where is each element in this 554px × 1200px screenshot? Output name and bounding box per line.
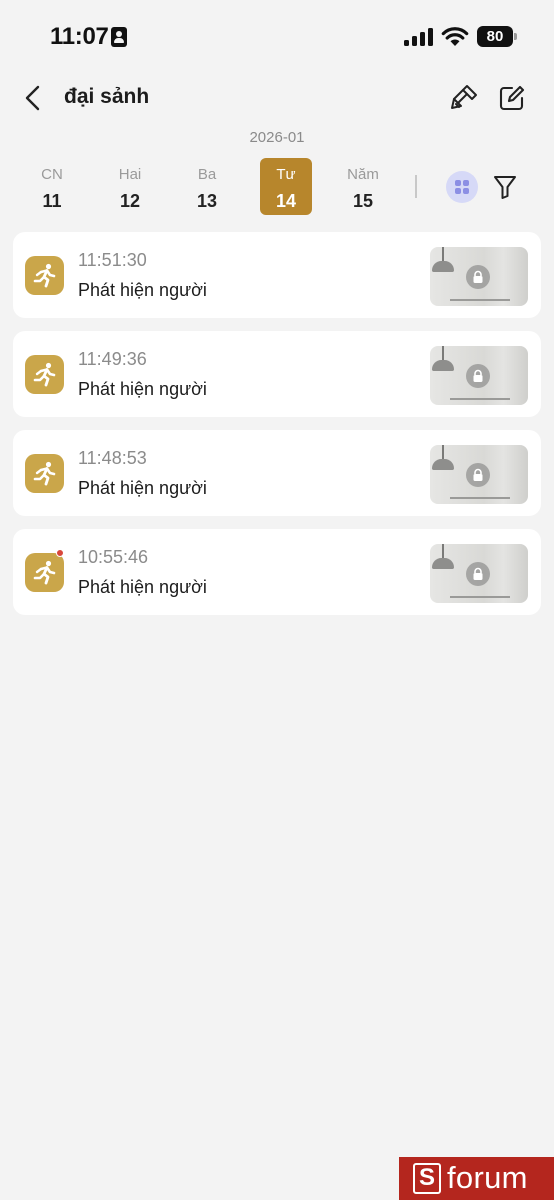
day-wednesday-selected[interactable]: Tư 14	[260, 158, 312, 215]
page-title: đại sảnh	[64, 85, 150, 108]
lock-icon	[466, 562, 490, 586]
day-name: Tư	[276, 166, 296, 183]
day-name: CN	[41, 166, 63, 183]
person-running-icon	[25, 553, 64, 592]
day-name: Năm	[347, 166, 379, 183]
grid-view-button[interactable]	[446, 171, 478, 203]
battery-icon: 80	[477, 26, 519, 47]
day-number: 11	[42, 191, 62, 211]
unread-dot	[56, 549, 64, 557]
event-thumbnail[interactable]	[430, 346, 528, 405]
event-thumbnail[interactable]	[430, 544, 528, 603]
event-title: Phát hiện người	[78, 379, 207, 399]
day-name: Ba	[197, 166, 217, 183]
person-running-icon	[25, 256, 64, 295]
event-time: 11:51:30	[78, 250, 147, 270]
contact-card-icon	[111, 27, 127, 47]
event-title: Phát hiện người	[78, 280, 207, 300]
event-time: 11:48:53	[78, 448, 147, 468]
sforum-watermark: S forum	[399, 1157, 554, 1200]
lock-icon	[466, 265, 490, 289]
day-number: 15	[352, 191, 374, 211]
person-running-icon	[25, 454, 64, 493]
day-number: 13	[196, 191, 218, 211]
day-monday[interactable]: Hai 12	[104, 158, 156, 215]
lock-icon	[466, 364, 490, 388]
event-card[interactable]: 10:55:46 Phát hiện người	[13, 529, 541, 615]
status-time: 11:07	[50, 23, 109, 50]
event-card[interactable]: 11:49:36 Phát hiện người	[13, 331, 541, 417]
day-number: 12	[119, 191, 141, 211]
edit-icon[interactable]	[496, 82, 528, 114]
day-number: 14	[275, 191, 297, 211]
event-time: 10:55:46	[78, 547, 149, 567]
month-label: 2026-01	[249, 129, 305, 146]
day-sunday[interactable]: CN 11	[26, 158, 78, 215]
sforum-logo: S	[413, 1163, 441, 1194]
event-thumbnail[interactable]	[430, 247, 528, 306]
day-tuesday[interactable]: Ba 13	[181, 158, 233, 215]
back-button[interactable]	[18, 82, 50, 114]
filter-icon[interactable]	[492, 173, 518, 201]
event-card[interactable]: 11:51:30 Phát hiện người	[13, 232, 541, 318]
lock-icon	[466, 463, 490, 487]
event-title: Phát hiện người	[78, 577, 207, 597]
battery-level: 80	[477, 26, 513, 47]
day-thursday[interactable]: Năm 15	[337, 158, 389, 215]
person-running-icon	[25, 355, 64, 394]
event-thumbnail[interactable]	[430, 445, 528, 504]
divider	[415, 175, 417, 198]
wifi-icon	[441, 27, 469, 46]
day-name: Hai	[118, 166, 142, 183]
event-time: 11:49:36	[78, 349, 147, 369]
cellular-signal-icon	[404, 28, 434, 46]
event-title: Phát hiện người	[78, 478, 207, 498]
clean-brush-icon[interactable]	[448, 82, 480, 114]
event-card[interactable]: 11:48:53 Phát hiện người	[13, 430, 541, 516]
watermark-text: forum	[447, 1160, 528, 1195]
status-bar: 11:07 80	[0, 0, 554, 76]
